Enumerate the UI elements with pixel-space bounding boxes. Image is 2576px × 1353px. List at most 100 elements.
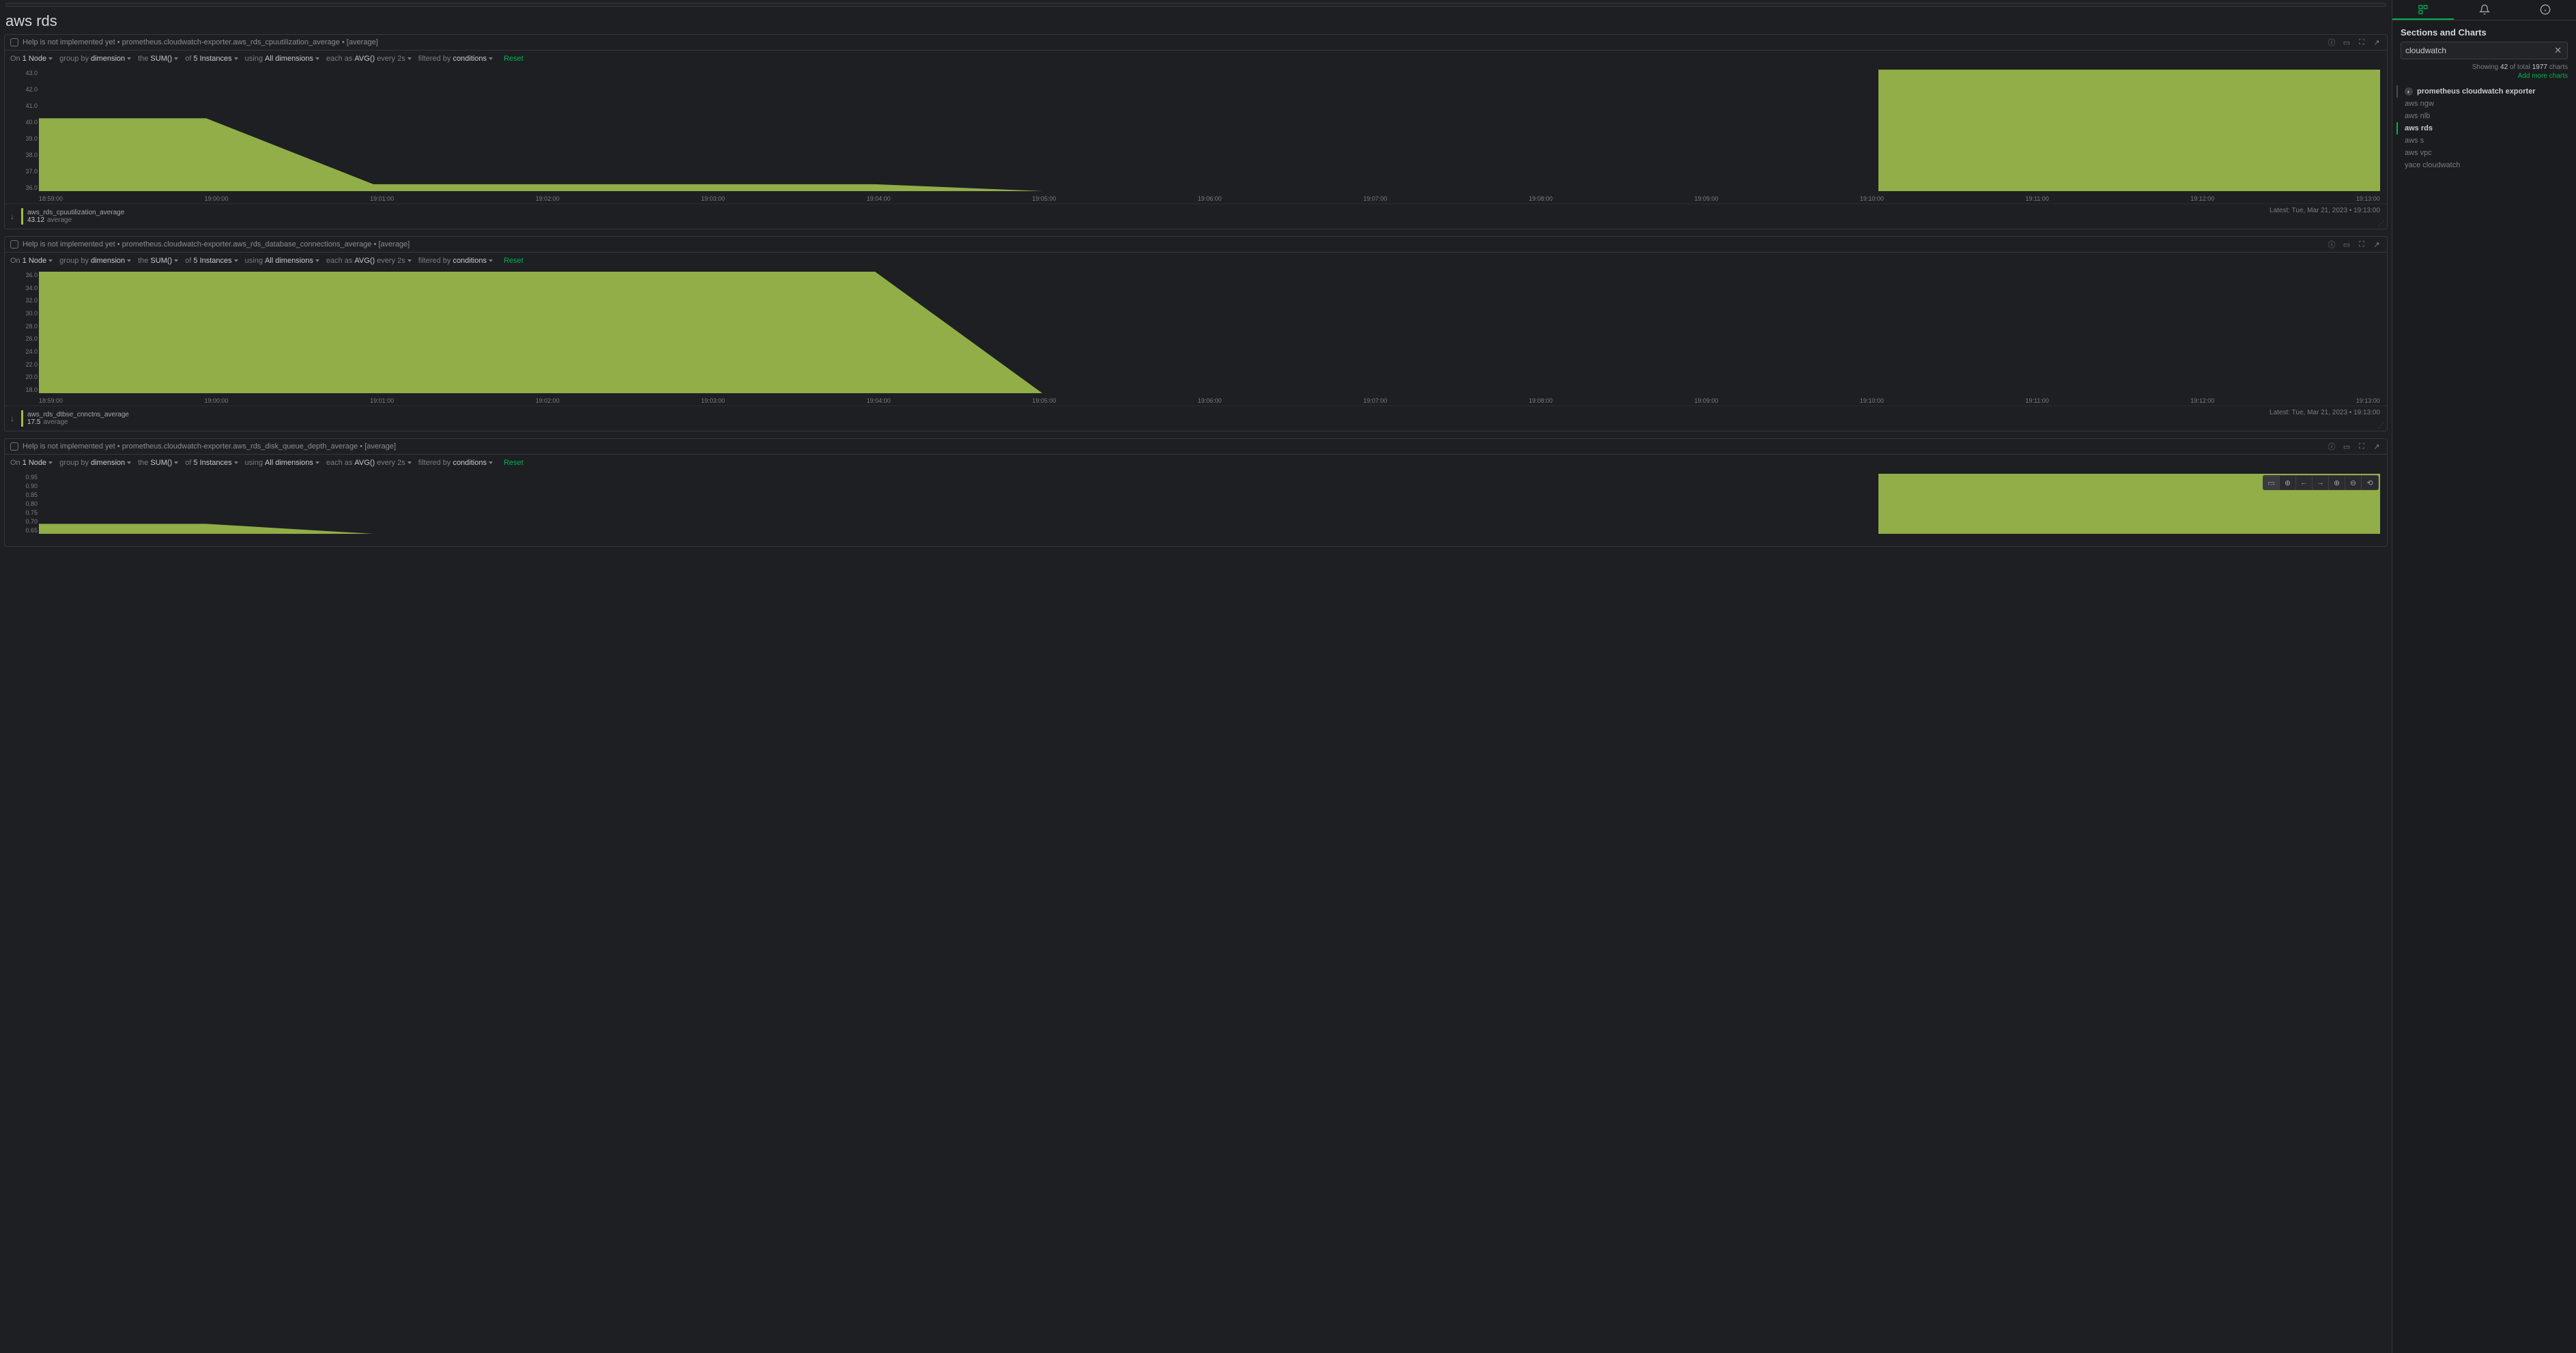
sidebar-item[interactable]: aws s (2396, 134, 2576, 147)
chart-breadcrumb: Help is not implemented yet • prometheus… (23, 442, 2327, 451)
sidebar-item[interactable]: aws ngw (2396, 98, 2576, 110)
chart-plot-area[interactable]: 36.034.032.030.028.026.024.022.020.018.0… (5, 269, 2387, 405)
eachas-selector[interactable]: each as AVG() every 2s (326, 459, 412, 467)
groupby-selector[interactable]: group by dimension (59, 55, 131, 63)
tab-alerts[interactable] (2454, 0, 2515, 20)
tag-icon[interactable] (10, 442, 18, 451)
info-icon[interactable]: ⓘ (2327, 442, 2336, 451)
fullscreen-icon[interactable]: ⛶ (2357, 240, 2366, 249)
y-axis: 36.034.032.030.028.026.024.022.020.018.0 (8, 272, 38, 393)
info-icon[interactable]: ⓘ (2327, 38, 2336, 47)
legend-name[interactable]: aws_rds_dtbse_cnnctns_average (27, 411, 129, 418)
chart-zoom-toolbar: ▭ ⊕ ← → ⊕ ⊖ ⟲ (2263, 475, 2379, 490)
sort-icon[interactable]: ↓ (10, 414, 14, 423)
section-icon: ◐ (2405, 87, 2413, 96)
zoom-out-icon[interactable]: ⊖ (2345, 476, 2362, 489)
tag-icon[interactable] (10, 240, 18, 248)
reset-button[interactable]: Reset (504, 459, 524, 467)
select-tool-icon[interactable]: ▭ (2263, 476, 2280, 489)
dimensions-selector[interactable]: using All dimensions (245, 459, 319, 467)
node-selector[interactable]: On 1 Node (10, 459, 53, 467)
chart-header: Help is not implemented yet • prometheus… (5, 237, 2387, 253)
tag-icon[interactable] (10, 38, 18, 46)
page-title: aws rds (5, 12, 2388, 30)
sidebar-list: ◐prometheus cloudwatch exporteraws ngwaw… (2392, 85, 2576, 171)
resize-grip[interactable]: ⋰ (2378, 220, 2384, 227)
resize-grip[interactable]: ⋰ (2378, 422, 2384, 429)
top-search-bar[interactable] (5, 3, 2386, 7)
latest-timestamp: Latest: Tue, Mar 21, 2023 • 19:13:00 (2270, 207, 2380, 214)
zoom-reset-icon[interactable]: ⟲ (2362, 476, 2378, 489)
eachas-selector[interactable]: each as AVG() every 2s (326, 55, 412, 63)
chart-controls: On 1 Node group by dimension the SUM() o… (5, 51, 2387, 67)
chart-panel-cpu: Help is not implemented yet • prometheus… (4, 34, 2388, 229)
sidebar-item[interactable]: aws nlb (2396, 110, 2576, 122)
dimensions-selector[interactable]: using All dimensions (245, 55, 319, 63)
x-axis: 18:59:0019:00:0019:01:0019:02:0019:03:00… (39, 195, 2380, 202)
tab-sections[interactable] (2392, 0, 2454, 20)
legend-name[interactable]: aws_rds_cpuutilization_average (27, 209, 124, 216)
chart-plot-area[interactable]: 0.950.900.850.800.750.700.65 ▭ ⊕ ← → ⊕ ⊖… (5, 471, 2387, 546)
add-more-charts-link[interactable]: Add more charts (2392, 72, 2576, 85)
latest-timestamp: Latest: Tue, Mar 21, 2023 • 19:13:00 (2270, 409, 2380, 416)
x-axis: 18:59:0019:00:0019:01:0019:02:0019:03:00… (39, 397, 2380, 404)
filter-selector[interactable]: filtered by conditions (418, 257, 493, 265)
pan-tool-icon[interactable]: ⊕ (2280, 476, 2296, 489)
collapse-icon[interactable]: ▭ (2342, 442, 2351, 451)
sort-icon[interactable]: ↓ (10, 212, 14, 221)
share-icon[interactable]: ↗ (2372, 442, 2381, 451)
main-content: aws rds Help is not implemented yet • pr… (0, 0, 2392, 1353)
chart-breadcrumb: Help is not implemented yet • prometheus… (23, 240, 2327, 248)
dimensions-selector[interactable]: using All dimensions (245, 257, 319, 265)
chart-plot-area[interactable]: 43.042.041.040.039.038.037.036.0 18:59:0… (5, 67, 2387, 203)
sidebar-item[interactable]: ◐prometheus cloudwatch exporter (2396, 85, 2576, 98)
collapse-icon[interactable]: ▭ (2342, 38, 2351, 47)
reset-button[interactable]: Reset (504, 257, 524, 265)
search-input[interactable] (2405, 46, 2553, 55)
filter-selector[interactable]: filtered by conditions (418, 459, 493, 467)
sidebar-item[interactable]: aws rds (2396, 122, 2576, 134)
info-icon[interactable]: ⓘ (2327, 240, 2336, 249)
fullscreen-icon[interactable]: ⛶ (2357, 38, 2366, 47)
chart-controls: On 1 Node group by dimension the SUM() o… (5, 455, 2387, 471)
share-icon[interactable]: ↗ (2372, 38, 2381, 47)
collapse-icon[interactable]: ▭ (2342, 240, 2351, 249)
chart-header: Help is not implemented yet • prometheus… (5, 35, 2387, 51)
reset-button[interactable]: Reset (504, 55, 524, 63)
chart-breadcrumb: Help is not implemented yet • prometheus… (23, 38, 2327, 46)
groupby-selector[interactable]: group by dimension (59, 257, 131, 265)
pan-left-icon[interactable]: ← (2296, 476, 2313, 489)
search-input-wrap: ✕ (2401, 42, 2568, 59)
sidebar-item[interactable]: yace cloudwatch (2396, 159, 2576, 171)
instances-selector[interactable]: of 5 Instances (185, 55, 238, 63)
y-axis: 0.950.900.850.800.750.700.65 (8, 474, 38, 534)
chart-panel-diskqueue: Help is not implemented yet • prometheus… (4, 438, 2388, 547)
node-selector[interactable]: On 1 Node (10, 55, 53, 63)
chart-controls: On 1 Node group by dimension the SUM() o… (5, 253, 2387, 269)
zoom-in-icon[interactable]: ⊕ (2329, 476, 2345, 489)
chart-header: Help is not implemented yet • prometheus… (5, 439, 2387, 455)
filter-selector[interactable]: filtered by conditions (418, 55, 493, 63)
node-selector[interactable]: On 1 Node (10, 257, 53, 265)
tab-info[interactable] (2515, 0, 2576, 20)
agg-selector[interactable]: the SUM() (138, 257, 178, 265)
groupby-selector[interactable]: group by dimension (59, 459, 131, 467)
chart-footer: ↓ aws_rds_dtbse_cnnctns_average 17.5aver… (5, 405, 2387, 431)
clear-search-icon[interactable]: ✕ (2553, 45, 2563, 56)
agg-selector[interactable]: the SUM() (138, 55, 178, 63)
instances-selector[interactable]: of 5 Instances (185, 459, 238, 467)
legend-color (21, 410, 23, 427)
sidebar-item[interactable]: aws vpc (2396, 147, 2576, 159)
sidebar-tabs (2392, 0, 2576, 20)
chart-footer: ↓ aws_rds_cpuutilization_average 43.12av… (5, 203, 2387, 229)
chart-panel-connections: Help is not implemented yet • prometheus… (4, 236, 2388, 431)
agg-selector[interactable]: the SUM() (138, 459, 178, 467)
sidebar: Sections and Charts ✕ Showing 42 of tota… (2392, 0, 2576, 1353)
search-results-count: Showing 42 of total 1977 charts (2392, 63, 2576, 72)
instances-selector[interactable]: of 5 Instances (185, 257, 238, 265)
eachas-selector[interactable]: each as AVG() every 2s (326, 257, 412, 265)
share-icon[interactable]: ↗ (2372, 240, 2381, 249)
y-axis: 43.042.041.040.039.038.037.036.0 (8, 70, 38, 191)
pan-right-icon[interactable]: → (2313, 476, 2329, 489)
fullscreen-icon[interactable]: ⛶ (2357, 442, 2366, 451)
